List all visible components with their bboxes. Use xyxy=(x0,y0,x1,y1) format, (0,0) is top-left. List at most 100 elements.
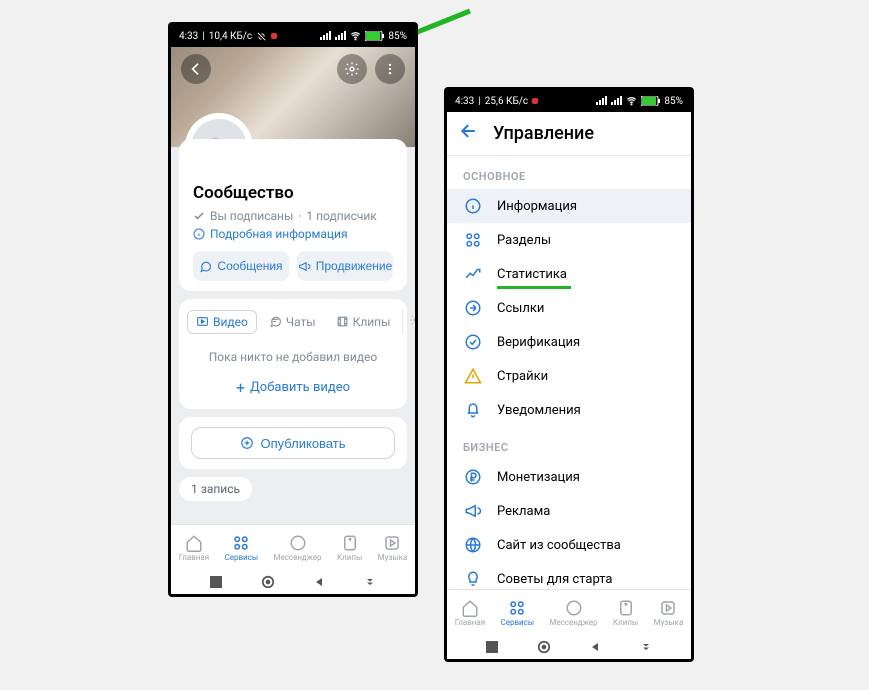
recents-icon[interactable] xyxy=(486,641,498,653)
settings-button[interactable] xyxy=(337,54,367,84)
row-tips[interactable]: Советы для старта xyxy=(447,562,691,589)
status-bar: 4:33 | 10,4 КБ/с 85% xyxy=(171,25,415,47)
tabs-settings[interactable] xyxy=(402,309,415,334)
home-sys-icon[interactable] xyxy=(261,575,275,589)
battery-icon xyxy=(365,31,385,41)
grid-icon xyxy=(508,599,526,617)
check-icon xyxy=(193,210,205,222)
row-notifications[interactable]: Уведомления xyxy=(447,393,691,427)
tab-chats[interactable]: Чаты xyxy=(261,311,324,333)
video-icon xyxy=(196,315,209,328)
home-icon xyxy=(185,534,203,552)
section-main: ОСНОВНОЕ xyxy=(447,156,691,189)
grid-icon xyxy=(232,534,250,552)
row-information[interactable]: Информация xyxy=(447,189,691,223)
bottom-nav: Главная Сервисы Мессенджер Клипы Музыка xyxy=(447,589,691,635)
status-time: 4:33 xyxy=(179,31,198,42)
status-time: 4:33 xyxy=(455,96,474,107)
row-site[interactable]: Сайт из сообщества xyxy=(447,528,691,562)
recents-icon[interactable] xyxy=(210,576,222,588)
row-statistics[interactable]: Статистика xyxy=(447,257,691,291)
music-icon xyxy=(383,534,401,552)
signal-icon xyxy=(610,96,622,106)
tab-clips[interactable]: Клипы xyxy=(328,311,399,333)
bulb-icon xyxy=(464,570,482,588)
followers-count: 1 подписчик xyxy=(306,209,376,223)
empty-video-text: Пока никто не добавил видео xyxy=(187,350,399,364)
status-battery: 85% xyxy=(388,31,407,42)
back-sys-icon[interactable] xyxy=(313,576,325,588)
community-cover xyxy=(171,47,415,147)
nav-home[interactable]: Главная xyxy=(455,599,485,627)
content-tabs-card: Видео Чаты Клипы Пока никто не добавил в… xyxy=(179,299,407,409)
nav-music[interactable]: Музыка xyxy=(378,534,408,562)
home-icon xyxy=(461,599,479,617)
bell-icon xyxy=(464,401,482,419)
row-monetization[interactable]: Монетизация xyxy=(447,460,691,494)
clips-icon xyxy=(617,599,635,617)
row-links[interactable]: Ссылки xyxy=(447,291,691,325)
publish-button[interactable]: Опубликовать xyxy=(191,427,395,459)
messages-button[interactable]: Сообщения xyxy=(193,251,289,281)
down-sys-icon[interactable] xyxy=(640,641,652,653)
nav-services[interactable]: Сервисы xyxy=(501,599,535,627)
status-speed: 25,6 КБ/с xyxy=(485,96,528,107)
bottom-nav: Главная Сервисы Мессенджер Клипы Музыка xyxy=(171,524,415,570)
nav-messenger[interactable]: Мессенджер xyxy=(549,599,597,627)
megaphone-icon xyxy=(464,502,482,520)
grid-icon xyxy=(464,231,482,249)
row-advertising[interactable]: Реклама xyxy=(447,494,691,528)
nav-music[interactable]: Музыка xyxy=(654,599,684,627)
gear-icon xyxy=(344,61,360,77)
music-icon xyxy=(659,599,677,617)
status-speed: 10,4 КБ/с xyxy=(209,31,252,42)
management-header: Управление xyxy=(447,112,691,156)
phone-community: 4:33 | 10,4 КБ/с 85% xyxy=(168,22,418,597)
back-button[interactable] xyxy=(181,54,211,84)
battery-icon xyxy=(641,96,661,106)
signal-icon xyxy=(334,31,346,41)
plus-circle-icon xyxy=(240,436,254,450)
link-icon xyxy=(464,299,482,317)
section-business: БИЗНЕС xyxy=(447,427,691,460)
community-title: Сообщество xyxy=(193,183,393,203)
detailed-info-link[interactable]: Подробная информация xyxy=(193,227,393,241)
nav-clips[interactable]: Клипы xyxy=(613,599,638,627)
globe-icon xyxy=(464,536,482,554)
clips-icon xyxy=(341,534,359,552)
status-battery: 85% xyxy=(664,96,683,107)
mute-icon xyxy=(256,31,267,42)
row-sections[interactable]: Разделы xyxy=(447,223,691,257)
row-strikes[interactable]: Страйки xyxy=(447,359,691,393)
more-button[interactable] xyxy=(375,54,405,84)
chats-icon xyxy=(269,315,282,328)
signal-icon xyxy=(319,31,331,41)
publish-card: Опубликовать xyxy=(179,417,407,469)
back-sys-icon[interactable] xyxy=(589,641,601,653)
warning-icon xyxy=(464,367,482,385)
signal-icon xyxy=(595,96,607,106)
ruble-icon xyxy=(464,468,482,486)
home-sys-icon[interactable] xyxy=(537,640,551,654)
down-sys-icon[interactable] xyxy=(364,576,376,588)
tab-video[interactable]: Видео xyxy=(187,310,257,334)
system-nav xyxy=(447,635,691,659)
system-nav xyxy=(171,570,415,594)
nav-services[interactable]: Сервисы xyxy=(225,534,259,562)
wifi-icon xyxy=(625,96,638,106)
add-video-link[interactable]: + Добавить видео xyxy=(187,378,399,397)
back-arrow[interactable] xyxy=(459,121,479,146)
nav-home[interactable]: Главная xyxy=(179,534,209,562)
nav-clips[interactable]: Клипы xyxy=(337,534,362,562)
stats-highlight xyxy=(497,286,571,289)
community-info-card: Сообщество Вы подписаны · 1 подписчик По… xyxy=(179,139,407,291)
chat-icon xyxy=(565,599,583,617)
management-title: Управление xyxy=(493,123,594,144)
gear-icon xyxy=(409,313,415,327)
info-icon xyxy=(464,197,482,215)
nav-messenger[interactable]: Мессенджер xyxy=(273,534,321,562)
row-verification[interactable]: Верификация xyxy=(447,325,691,359)
promotion-button[interactable]: Продвижение xyxy=(297,251,393,281)
phone-management: 4:33 | 25,6 КБ/с 85% Управление ОСНОВНОЕ… xyxy=(444,87,694,662)
chat-icon xyxy=(289,534,307,552)
